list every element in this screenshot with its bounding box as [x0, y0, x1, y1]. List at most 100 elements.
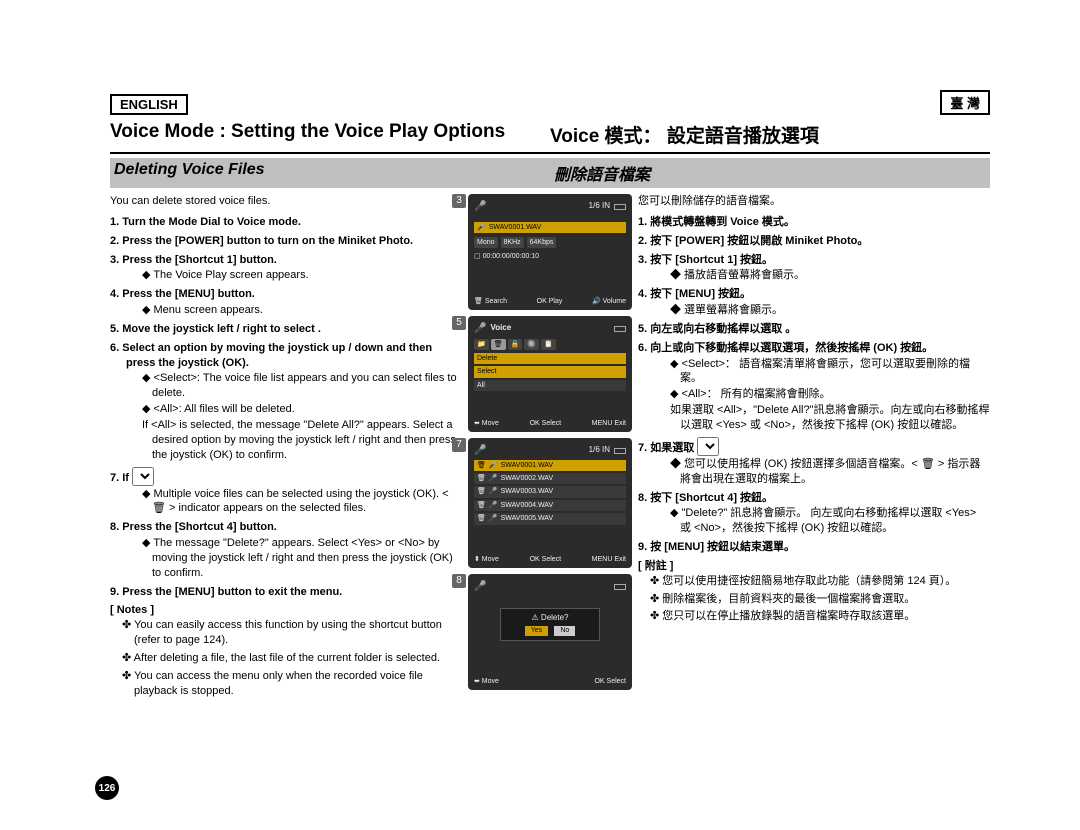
- file-row: 🗑🎤SWAV0005.WAV: [474, 513, 626, 524]
- intro-en: You can delete stored voice files.: [110, 194, 462, 209]
- step-sub: ◆ The message "Delete?" appears. Select …: [126, 536, 462, 581]
- english-column: You can delete stored voice files. 1. Tu…: [110, 194, 468, 701]
- screen-7: 7 🎤1/6 IN 🗑🎤SWAV0001.WAV🗑🎤SWAV0002.WAV🗑🎤…: [468, 438, 632, 568]
- step-sub: ◆ <Select>： 語音檔案清單將會顯示，您可以選取要刪除的檔案。: [654, 357, 990, 387]
- screen-3: 3 🎤1/6 IN 🎤SWAV0001.WAV Mono 8KHz 64Kbps…: [468, 194, 632, 310]
- step-sub: ◆ 您可以使用搖桿 (OK) 按鈕選擇多個語音檔案。< 🗑 > 指示器將會出現在…: [654, 457, 990, 487]
- foot-move-8: ⬌ Move: [474, 677, 499, 686]
- step-item: 5. Move the joystick left / right to sel…: [110, 322, 462, 337]
- mic-icon: 🎤: [474, 322, 486, 336]
- steps-english: 1. Turn the Mode Dial to Voice mode. 2. P…: [110, 215, 462, 600]
- step-item: 7. 如果選取 以及螢幕上出現播放清單，向上或向下移動搖桿以選取檔案，然後按下搖…: [638, 437, 990, 487]
- step-item: 3. Press the [Shortcut 1] button.◆ The V…: [110, 253, 462, 284]
- menu-select: Select: [474, 366, 626, 377]
- tab-folder-icon: 📁: [474, 339, 489, 350]
- file-row: 🗑🎤SWAV0002.WAV: [474, 473, 626, 484]
- foot-move-5: ⬌ Move: [474, 419, 499, 428]
- step-item: 4. 按下 [MENU] 按鈕。◆ 選單螢幕將會顯示。: [638, 287, 990, 318]
- step-item: 8. 按下 [Shortcut 4] 按鈕。◆ "Delete?" 訊息將會顯示…: [638, 491, 990, 537]
- foot-play: OK Play: [537, 297, 563, 306]
- foot-volume: 🔊 Volume: [592, 297, 626, 306]
- step-item: 2. 按下 [POWER] 按鈕以開啟 Miniket Photo。: [638, 234, 990, 249]
- foot-select-5: OK Select: [530, 419, 562, 428]
- step-badge-3: 3: [452, 194, 466, 208]
- battery-icon: [614, 584, 626, 590]
- note-item: After deleting a file, the last file of …: [122, 651, 462, 666]
- step-item: 6. 向上或向下移動搖桿以選取選項，然後按搖桿 (OK) 按鈕。◆ <Selec…: [638, 341, 990, 433]
- step-sub: 如果選取 <All>，"Delete All?"訊息將會顯示。向左或向右移動搖桿…: [654, 403, 990, 433]
- title-chinese: Voice 模式： 設定語音播放選項: [550, 117, 990, 152]
- screen-5: 5 🎤Voice 📁 🗑 🔒 🔘 📋 Delete Select All ⬌ M…: [468, 316, 632, 432]
- step-item: 3. 按下 [Shortcut 1] 按鈕。◆ 播放語音螢幕將會顯示。: [638, 253, 990, 284]
- chip-mono: Mono: [474, 237, 498, 248]
- mic-icon: 🎤: [474, 580, 486, 594]
- tab-lock-icon: 🔒: [508, 339, 523, 350]
- tab-delete-icon: 🗑: [491, 339, 506, 350]
- step-item: 1. Turn the Mode Dial to Voice mode.: [110, 215, 462, 230]
- intro-zh: 您可以刪除儲存的語音檔案。: [638, 194, 990, 209]
- step-sub: ◆ <All>: All files will be deleted.: [126, 402, 462, 417]
- foot-move-7: ⬍ Move: [474, 555, 499, 564]
- voice-label: Voice: [490, 323, 511, 334]
- step-badge-8: 8: [452, 574, 466, 588]
- step-sub: ◆ Menu screen appears.: [126, 303, 462, 318]
- subtitle-english: Deleting Voice Files: [110, 158, 550, 188]
- note-item: 刪除檔案後，目前資料夾的最後一個檔案將會選取。: [650, 592, 990, 607]
- lang-taiwan: 臺 灣: [940, 90, 990, 115]
- subtitle-chinese: 刪除語音檔案: [550, 158, 990, 188]
- step-sub: ◆ <All>： 所有的檔案將會刪除。: [654, 387, 990, 402]
- step-sub: ◆ 選單螢幕將會顯示。: [654, 303, 990, 318]
- step-sub: ◆ <Select>: The voice file list appears …: [126, 371, 462, 401]
- step-item: 9. 按 [MENU] 按鈕以結束選單。: [638, 540, 990, 555]
- step-badge-5: 5: [452, 316, 466, 330]
- title-english: Voice Mode : Setting the Voice Play Opti…: [110, 117, 550, 152]
- note-item: You can easily access this function by u…: [122, 618, 462, 648]
- notes-english: You can easily access this function by u…: [110, 618, 462, 698]
- step-sub: ◆ "Delete?" 訊息將會顯示。 向左或向右移動搖桿以選取 <Yes> 或…: [654, 506, 990, 536]
- step-badge-7: 7: [452, 438, 466, 452]
- foot-search: 🗑 Search: [474, 297, 507, 306]
- battery-icon: [614, 204, 626, 210]
- note-item: 您只可以在停止播放錄製的語音檔案時存取該選單。: [650, 609, 990, 624]
- foot-exit-5: MENU Exit: [592, 419, 626, 428]
- screenshots-column: 3 🎤1/6 IN 🎤SWAV0001.WAV Mono 8KHz 64Kbps…: [468, 194, 632, 701]
- battery-icon: [614, 448, 626, 454]
- dialog-title: ⚠ Delete?: [507, 613, 593, 624]
- counter-3: 1/6 IN: [589, 201, 610, 212]
- step-item: 8. Press the [Shortcut 4] button.◆ The m…: [110, 520, 462, 580]
- file-name-3: SWAV0001.WAV: [489, 223, 542, 232]
- tab-repeat-icon: 🔘: [524, 339, 539, 350]
- chip-64kbps: 64Kbps: [527, 237, 557, 248]
- foot-select-7: OK Select: [530, 555, 562, 564]
- step-sub: ◆ The Voice Play screen appears.: [126, 268, 462, 283]
- yes-button[interactable]: Yes: [525, 626, 548, 635]
- menu-delete: Delete: [474, 353, 626, 364]
- step-item: 9. Press the [MENU] button to exit the m…: [110, 585, 462, 600]
- page-number: 126: [95, 776, 119, 800]
- screen-8: 8 🎤 ⚠ Delete? Yes No ⬌ Move OK Select: [468, 574, 632, 690]
- foot-select-8: OK Select: [594, 677, 626, 686]
- step-sub: ◆ Multiple voice files can be selected u…: [126, 487, 462, 517]
- step-sub: ◆ 播放語音螢幕將會顯示。: [654, 268, 990, 283]
- note-item: You can access the menu only when the re…: [122, 669, 462, 699]
- step-item: 5. 向左或向右移動搖桿以選取 。: [638, 322, 990, 337]
- step-item: 6. Select an option by moving the joysti…: [110, 341, 462, 463]
- steps-chinese: 1. 將模式轉盤轉到 Voice 模式。2. 按下 [POWER] 按鈕以開啟 …: [638, 215, 990, 555]
- step-sub: If <All> is selected, the message "Delet…: [126, 418, 462, 463]
- delete-dialog: ⚠ Delete? Yes No: [500, 608, 600, 642]
- counter-7: 1/6 IN: [589, 445, 610, 456]
- file-row: 🗑🎤SWAV0003.WAV: [474, 486, 626, 497]
- file-row: 🗑🎤SWAV0001.WAV: [474, 460, 626, 471]
- mic-icon: 🎤: [474, 444, 486, 458]
- chinese-column: 您可以刪除儲存的語音檔案。 1. 將模式轉盤轉到 Voice 模式。2. 按下 …: [632, 194, 990, 701]
- no-button[interactable]: No: [554, 626, 575, 635]
- step-item: 4. Press the [MENU] button.◆ Menu screen…: [110, 287, 462, 318]
- notes-heading-en: [ Notes ]: [110, 603, 462, 618]
- battery-icon: [614, 326, 626, 332]
- notes-chinese: 您可以使用捷徑按鈕簡易地存取此功能（請參閱第 124 頁）。刪除檔案後，目前資料…: [638, 574, 990, 625]
- time-3: 00:00:00/00:00:10: [483, 253, 539, 260]
- chip-8khz: 8KHz: [501, 237, 524, 248]
- step-item: 7. If was selected and playlist appears,…: [110, 467, 462, 517]
- step-item: 2. Press the [POWER] button to turn on t…: [110, 234, 462, 249]
- note-item: 您可以使用捷徑按鈕簡易地存取此功能（請參閱第 124 頁）。: [650, 574, 990, 589]
